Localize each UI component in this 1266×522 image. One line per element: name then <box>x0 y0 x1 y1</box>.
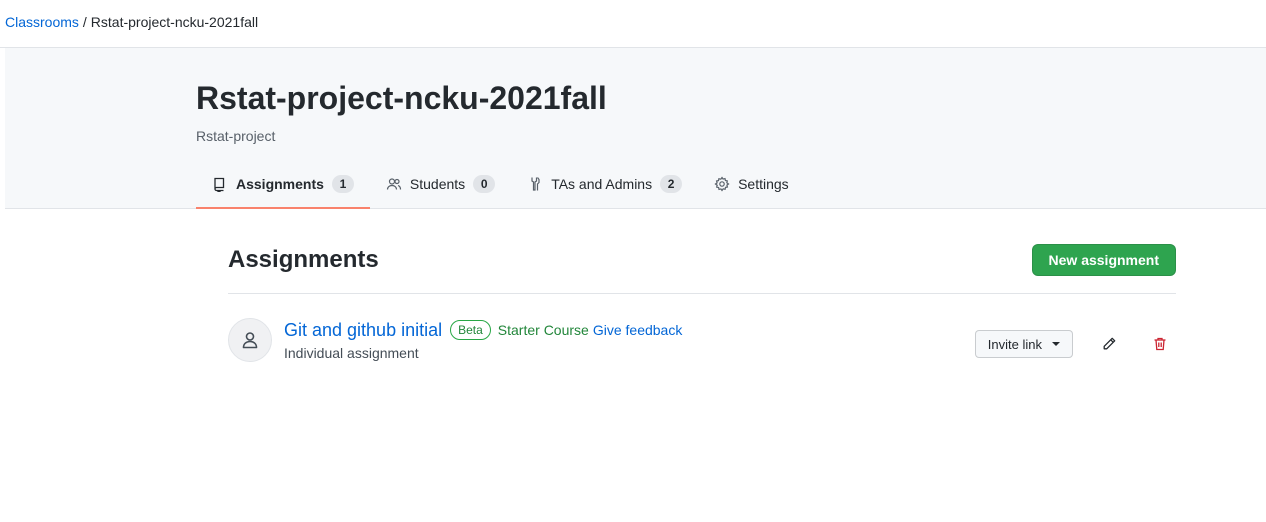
tab-assignments-count: 1 <box>331 175 354 193</box>
starter-course-label: Starter Course <box>497 322 589 338</box>
book-icon <box>212 176 228 192</box>
tab-students[interactable]: Students 0 <box>370 161 511 209</box>
trash-icon[interactable] <box>1152 336 1168 352</box>
tab-tas-label: TAs and Admins <box>551 176 653 192</box>
give-feedback-link[interactable]: Give feedback <box>593 322 683 338</box>
page-title: Rstat-project-ncku-2021fall <box>196 80 607 116</box>
breadcrumb-separator: / <box>82 14 87 30</box>
tab-tas-and-admins[interactable]: TAs and Admins 2 <box>511 161 698 209</box>
caret-down-icon <box>1052 342 1060 346</box>
section-title: Assignments <box>228 246 379 273</box>
new-assignment-button[interactable]: New assignment <box>1031 244 1176 276</box>
breadcrumb-classrooms-link[interactable]: Classrooms <box>5 14 79 30</box>
tab-assignments-label: Assignments <box>236 176 324 192</box>
avatar <box>228 318 272 362</box>
people-icon <box>386 176 402 192</box>
invite-link-label: Invite link <box>987 336 1042 352</box>
tab-settings[interactable]: Settings <box>698 161 805 209</box>
gear-icon <box>714 176 730 192</box>
assignment-row: Git and github initial Beta Starter Cour… <box>228 318 1176 362</box>
tab-bar: Assignments 1 Students 0 TAs and Admins … <box>196 161 805 209</box>
person-icon <box>240 330 260 350</box>
tab-settings-label: Settings <box>738 176 789 192</box>
invite-link-dropdown[interactable]: Invite link <box>974 330 1073 358</box>
tab-students-count: 0 <box>473 175 496 193</box>
assignment-title-link[interactable]: Git and github initial <box>284 320 442 341</box>
breadcrumb-current: Rstat-project-ncku-2021fall <box>90 14 259 30</box>
breadcrumb: Classrooms / Rstat-project-ncku-2021fall <box>0 0 1266 48</box>
tab-assignments[interactable]: Assignments 1 <box>196 161 370 209</box>
tools-icon <box>527 176 543 192</box>
beta-badge: Beta <box>450 320 491 340</box>
tab-students-label: Students <box>409 176 466 192</box>
tab-tas-count: 2 <box>660 175 683 193</box>
pencil-icon[interactable] <box>1101 336 1117 352</box>
classroom-header: Rstat-project-ncku-2021fall Rstat-projec… <box>5 48 1266 209</box>
organization-name: Rstat-project <box>196 128 276 144</box>
assignments-section: Assignments New assignment Git and githu… <box>228 243 1176 362</box>
